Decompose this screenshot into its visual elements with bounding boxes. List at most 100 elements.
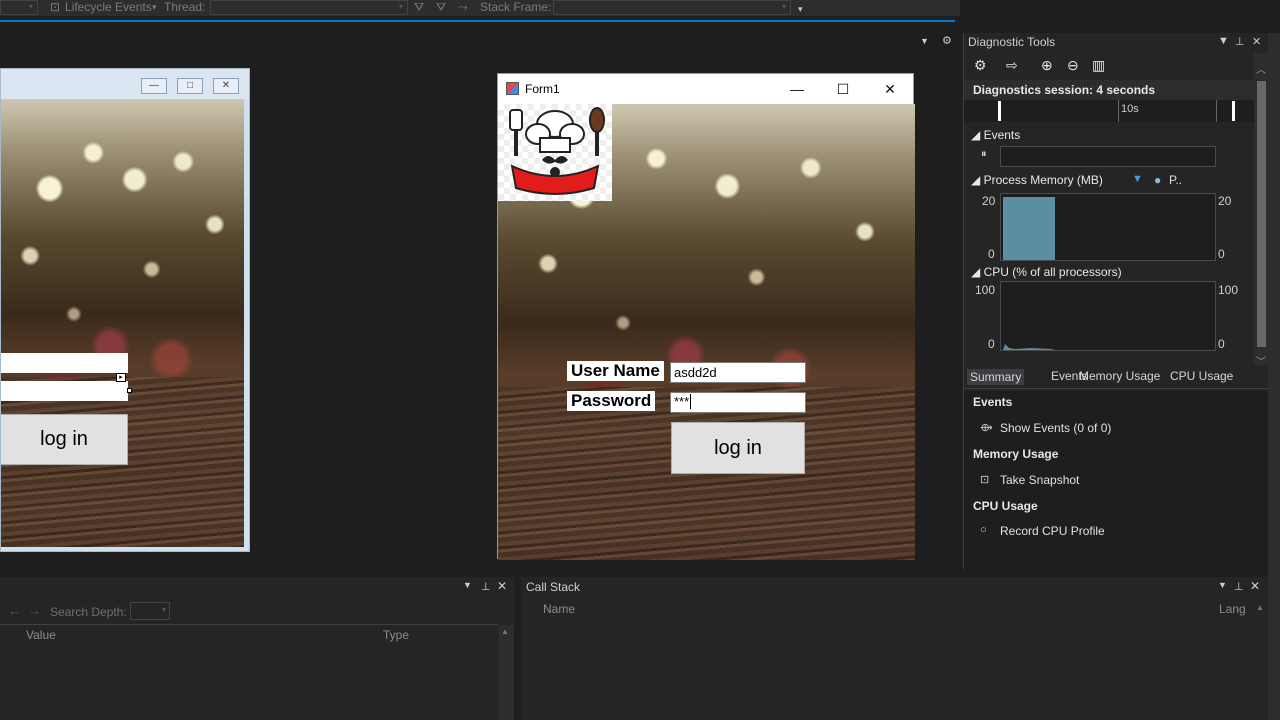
memory-usage-area: [1003, 197, 1055, 260]
record-icon: ○: [980, 524, 987, 536]
zoom-out-icon[interactable]: ⊖: [1067, 57, 1079, 74]
chevron-down-icon: ▾: [161, 605, 166, 614]
thread-combo[interactable]: ▾: [210, 0, 408, 15]
timeline-end-handle[interactable]: [1232, 101, 1235, 121]
designer-login-button[interactable]: log in: [1, 414, 128, 465]
maximize-icon[interactable]: ☐: [820, 74, 866, 104]
tab-memory-usage[interactable]: Memory Usage: [1079, 369, 1160, 383]
chevron-down-icon[interactable]: ﹀: [1256, 353, 1266, 368]
chart-icon[interactable]: ▥: [1092, 57, 1105, 74]
events-header[interactable]: ◢ Events: [971, 128, 1020, 142]
smart-tag-icon[interactable]: ▸: [116, 373, 126, 382]
chevron-down-icon[interactable]: ▼: [1218, 580, 1227, 590]
chevron-down-icon: ▾: [152, 2, 157, 12]
password-label: Password: [567, 391, 656, 411]
chevron-down-icon: ▾: [28, 2, 33, 11]
minimize-icon[interactable]: —: [774, 74, 820, 104]
memory-graph: [1000, 193, 1216, 261]
zoom-in-icon[interactable]: ⊕: [1041, 57, 1053, 74]
minimize-icon[interactable]: —: [141, 78, 167, 94]
lang-column-header[interactable]: Lang: [1219, 602, 1246, 616]
password-input[interactable]: ***: [670, 392, 806, 413]
search-depth-combo[interactable]: ▾: [130, 602, 170, 620]
designer-password-textbox[interactable]: [1, 381, 128, 401]
chevron-down-icon[interactable]: ▼: [463, 580, 472, 590]
timeline-start-handle[interactable]: [998, 101, 1001, 121]
cpu-axis-max-right: 100: [1218, 283, 1239, 297]
close-icon[interactable]: ✕: [497, 579, 507, 593]
chevron-up-icon[interactable]: ︿: [1256, 61, 1266, 76]
scrollbar-thumb[interactable]: [1257, 81, 1266, 347]
toolbar-overflow-icon[interactable]: ▾: [798, 2, 803, 16]
cpu-axis-max: 100: [975, 283, 996, 297]
chef-logo-icon: [509, 107, 605, 195]
gear-icon[interactable]: ⚙: [974, 57, 987, 74]
type-column-header[interactable]: Type: [383, 628, 409, 642]
record-cpu-link[interactable]: Record CPU Profile: [1000, 524, 1105, 538]
chevron-down-icon[interactable]: ▼: [920, 36, 929, 46]
cpu-axis-min: 0: [988, 337, 995, 351]
filter-clear-icon[interactable]: ⛛: [436, 0, 446, 14]
close-icon[interactable]: ✕: [1250, 579, 1260, 593]
memory-axis-max-right: 20: [1218, 194, 1232, 208]
call-stack-pane: Call Stack ▼ ⊥ ✕ Name Lang ▲: [521, 577, 1268, 720]
text-caret: [690, 394, 692, 409]
maximize-icon[interactable]: □: [177, 78, 203, 94]
chevron-up-icon[interactable]: ▲: [501, 627, 509, 636]
designer-username-textbox[interactable]: [1, 353, 128, 373]
toolbar-left-combo[interactable]: ▾: [0, 0, 38, 15]
form1-window: Form1 — ☐ ✕ User Name Password ***: [497, 73, 915, 560]
vertical-scrollbar[interactable]: ︿ ﹀: [1254, 53, 1269, 368]
events-section-title: Events: [973, 395, 1013, 409]
pause-icon[interactable]: ⏸: [981, 148, 987, 161]
filter-icon[interactable]: ⛛: [414, 0, 424, 14]
timeline-tick-label: 10s: [1121, 103, 1139, 115]
close-icon[interactable]: ✕: [213, 78, 239, 94]
stack-frame-combo[interactable]: ▾: [553, 0, 791, 15]
locals-scrollbar[interactable]: ▲: [498, 625, 514, 720]
memory-section-title: Memory Usage: [973, 447, 1059, 461]
take-snapshot-link[interactable]: Take Snapshot: [1000, 473, 1079, 487]
pin-icon[interactable]: ⊥: [1234, 580, 1244, 593]
gear-icon[interactable]: ⚙: [942, 35, 952, 47]
memory-legend: P..: [1169, 173, 1183, 187]
password-mask: ***: [674, 394, 690, 409]
name-column-header[interactable]: Name: [543, 602, 575, 616]
close-icon[interactable]: ✕: [867, 74, 913, 104]
show-events-link[interactable]: Show Events (0 of 0): [1000, 421, 1111, 435]
chevron-up-icon[interactable]: ▲: [1256, 603, 1264, 612]
cpu-header[interactable]: ◢ CPU (% of all processors): [971, 265, 1122, 279]
panel-title: Diagnostic Tools: [968, 35, 1056, 49]
memory-header[interactable]: ◢ Process Memory (MB): [971, 173, 1103, 187]
lifecycle-events-button[interactable]: Lifecycle Events: [65, 0, 152, 14]
session-timeline[interactable]: 10s: [964, 100, 1254, 122]
form1-title-bar: Form1 — ☐ ✕: [498, 74, 913, 104]
diagnostic-tools-panel: Diagnostic Tools ▼ ⊥ ✕ ⚙ ⇨ ⊕ ⊖ ▥ Diagnos…: [963, 33, 1269, 569]
debug-toolbar: ▾ ⊡ Lifecycle Events ▾ Thread: ▾ ⛛ ⛛ ⤳ S…: [0, 0, 960, 16]
back-arrow-icon[interactable]: ←: [8, 603, 21, 618]
stack-frame-label: Stack Frame:: [480, 0, 552, 14]
close-icon[interactable]: ✕: [1252, 35, 1261, 48]
forward-arrow-icon[interactable]: →: [28, 603, 41, 618]
pin-icon[interactable]: ⊥: [481, 580, 491, 593]
memory-axis-min: 0: [988, 247, 995, 261]
resize-handle[interactable]: [127, 388, 132, 393]
pin-icon[interactable]: ⊥: [1235, 35, 1245, 48]
chevron-down-icon[interactable]: ▼: [1218, 35, 1229, 47]
select-tools-icon[interactable]: ⇨: [1006, 57, 1018, 74]
editor-tab-well: ▼ ⚙: [920, 34, 952, 47]
memory-axis-min-right: 0: [1218, 247, 1225, 261]
value-column-header[interactable]: Value: [26, 628, 56, 642]
lifecycle-icon: ⊡: [50, 0, 61, 14]
designer-title-bar: — □ ✕: [1, 69, 249, 99]
username-input[interactable]: [670, 362, 806, 383]
username-label: User Name: [567, 361, 664, 381]
designer-client: ▸ log in: [1, 99, 244, 547]
tab-summary[interactable]: Summary: [967, 369, 1025, 385]
events-track: [1000, 146, 1216, 167]
chevron-down-icon: ▾: [781, 2, 786, 11]
form1-title: Form1: [525, 82, 560, 96]
tab-cpu-usage[interactable]: CPU Usage: [1170, 369, 1233, 383]
login-button[interactable]: log in: [671, 422, 805, 474]
side-tab-strip[interactable]: [1268, 33, 1280, 720]
